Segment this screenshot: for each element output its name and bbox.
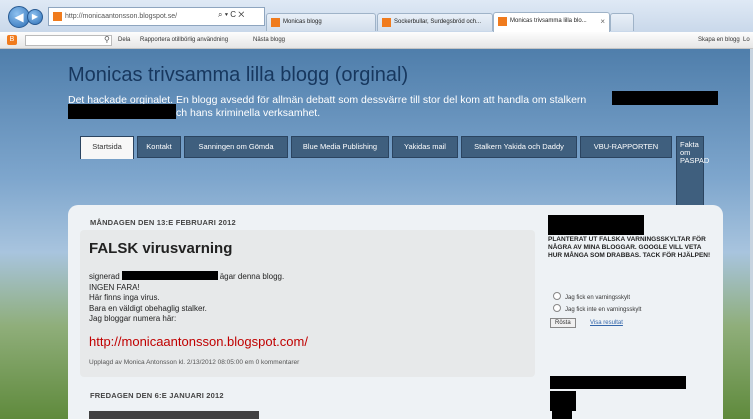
redaction-bar (612, 91, 718, 105)
report-abuse-link[interactable]: Rapportera otillbörlig användning (140, 32, 228, 48)
browser-chrome: ◀ ▶ http://monicaantonsson.blogspot.se/ … (0, 0, 753, 33)
share-link[interactable]: Dela (118, 32, 130, 48)
poll-option-1[interactable]: Jag fick en varningsskylt (553, 292, 630, 301)
blogger-favicon-icon (53, 12, 62, 21)
redaction-bar (68, 104, 176, 119)
tab-stalkern[interactable]: Stalkern Yakida och Daddy (461, 136, 577, 158)
tab-fakta-om-paspad[interactable]: Fakta om PASPAD (676, 136, 709, 208)
post-body: signerad ägar denna blogg. INGEN FARA! Hä… (89, 271, 285, 323)
redaction-bar (121, 271, 218, 280)
poll-question: PLANTERAT UT FALSKA VARNINGSSKYLTAR FÖR … (548, 236, 711, 259)
new-tab-button[interactable] (610, 13, 634, 31)
radio-icon[interactable] (553, 292, 561, 300)
blogger-favicon-icon (271, 18, 280, 27)
address-controls[interactable]: ⌕ ▾ C ✕ (218, 10, 244, 20)
tab-yakidas-mail[interactable]: Yakidas mail (392, 136, 458, 158)
poll-option-2[interactable]: Jag fick inte en varningsskylt (553, 304, 641, 313)
create-blog-link[interactable]: Skapa en blogg (698, 32, 740, 48)
post-footer: Upplagd av Monica Antonsson kl. 2/13/201… (89, 359, 300, 366)
next-post-title-cropped (89, 411, 259, 419)
redaction-bar (552, 408, 572, 419)
next-blog-link[interactable]: Nästa blogg (253, 32, 285, 48)
address-text: http://monicaantonsson.blogspot.se/ (65, 13, 178, 20)
blogger-favicon-icon (382, 18, 391, 27)
browser-tab-1[interactable]: Monicas blogg (266, 13, 376, 31)
tab-startsida[interactable]: Startsida (80, 136, 134, 159)
blog-search-input[interactable] (25, 35, 112, 46)
browser-tab-2[interactable]: Sockerbullar, Surdegsbröd och... (377, 13, 493, 31)
tab-kontakt[interactable]: Kontakt (137, 136, 181, 158)
tab-vbu-rapporten[interactable]: VBU-RAPPORTEN (580, 136, 672, 158)
browser-tab-3-active[interactable]: Monicas trivsamma lilla blo... × (493, 12, 610, 32)
forward-icon[interactable]: ▶ (27, 9, 43, 25)
search-icon[interactable]: ⚲ (104, 32, 110, 48)
next-post-date: FREDAGEN DEN 6:E JANUARI 2012 (90, 391, 224, 400)
redaction-bar (550, 376, 686, 389)
redaction-bar (548, 215, 644, 235)
close-tab-icon[interactable]: × (600, 13, 605, 30)
post-link[interactable]: http://monicaantonsson.blogspot.com/ (89, 334, 308, 349)
tab-sanningen-om-gomda[interactable]: Sanningen om Gömda (184, 136, 288, 158)
radio-icon[interactable] (553, 304, 561, 312)
login-link[interactable]: Lo (743, 32, 750, 48)
vote-button[interactable]: Rösta (550, 318, 576, 328)
post-title[interactable]: FALSK virusvarning (89, 240, 232, 257)
show-results-link[interactable]: Visa resultat (590, 320, 623, 326)
blogger-navbar: B ⚲ Dela Rapportera otillbörlig användni… (0, 32, 753, 49)
post-date: MÅNDAGEN DEN 13:E FEBRUARI 2012 (90, 218, 236, 227)
blogger-logo-icon[interactable]: B (7, 35, 17, 45)
tab-blue-media-publishing[interactable]: Blue Media Publishing (291, 136, 389, 158)
blog-title[interactable]: Monicas trivsamma lilla blogg (orginal) (68, 64, 408, 87)
blogger-favicon-icon (498, 17, 507, 26)
